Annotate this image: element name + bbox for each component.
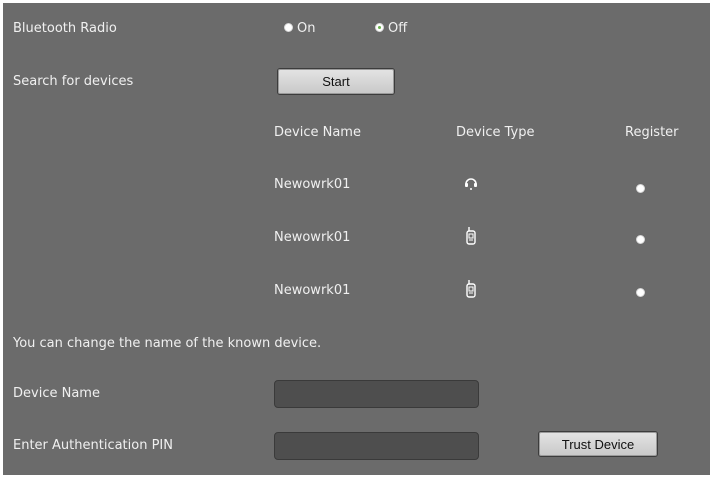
pin-input[interactable] bbox=[274, 432, 479, 460]
device-name-cell: Newowrk01 bbox=[274, 230, 351, 245]
trust-device-button[interactable]: Trust Device bbox=[538, 431, 658, 457]
register-radio[interactable] bbox=[636, 235, 645, 244]
search-devices-label: Search for devices bbox=[13, 74, 134, 89]
device-name-cell: Newowrk01 bbox=[274, 177, 351, 192]
handset-icon bbox=[466, 280, 476, 298]
register-radio[interactable] bbox=[636, 184, 645, 193]
header-register: Register bbox=[625, 125, 679, 140]
bluetooth-off-radio[interactable] bbox=[375, 23, 384, 32]
headset-icon bbox=[465, 178, 477, 190]
device-name-cell: Newowrk01 bbox=[274, 283, 351, 298]
bluetooth-off-label: Off bbox=[388, 21, 408, 36]
header-device-name: Device Name bbox=[274, 125, 361, 140]
bluetooth-on-label: On bbox=[297, 21, 316, 36]
bluetooth-settings-panel: Bluetooth Radio On Off Search for device… bbox=[3, 3, 710, 475]
pin-label: Enter Authentication PIN bbox=[13, 438, 173, 453]
header-device-type: Device Type bbox=[456, 125, 535, 140]
handset-icon bbox=[466, 227, 476, 245]
bluetooth-on-radio[interactable] bbox=[284, 23, 293, 32]
device-name-input[interactable] bbox=[274, 380, 479, 408]
bluetooth-radio-label: Bluetooth Radio bbox=[13, 21, 117, 36]
start-search-button[interactable]: Start bbox=[277, 68, 395, 95]
device-name-label: Device Name bbox=[13, 386, 100, 401]
rename-note: You can change the name of the known dev… bbox=[13, 336, 322, 351]
register-radio[interactable] bbox=[636, 288, 645, 297]
